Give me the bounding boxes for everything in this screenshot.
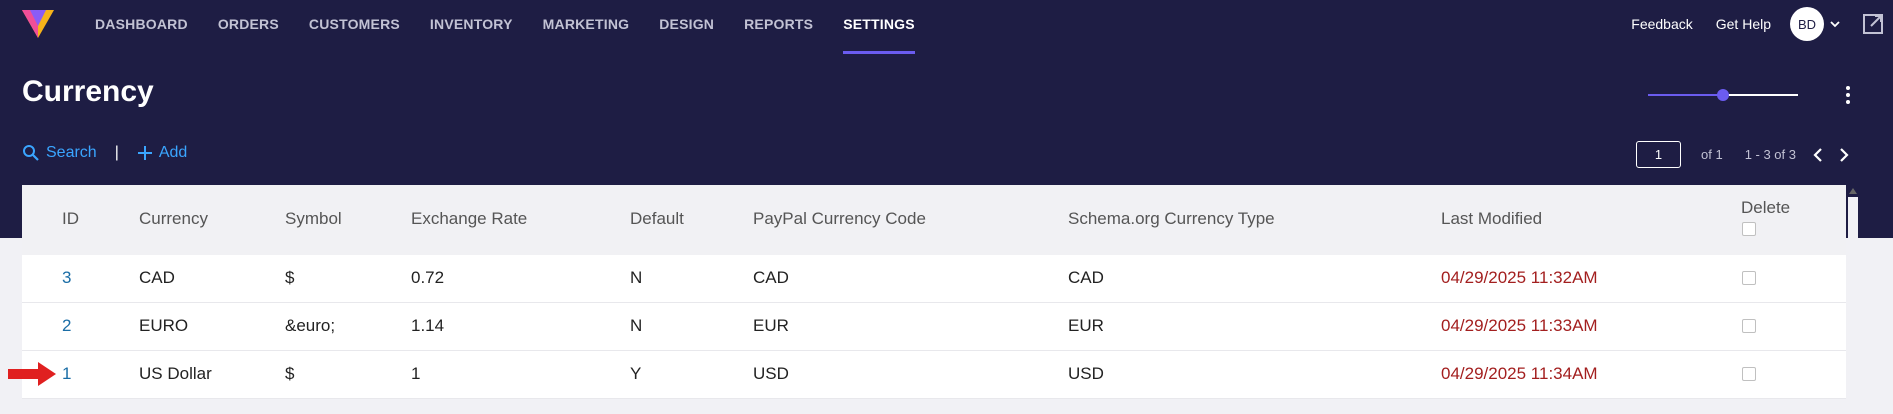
add-label: Add <box>158 144 188 161</box>
nav-inventory[interactable]: INVENTORY <box>415 0 528 54</box>
header-delete: Delete <box>1741 198 1791 217</box>
nav-reports[interactable]: REPORTS <box>729 0 828 54</box>
select-all-checkbox[interactable] <box>1742 222 1756 236</box>
cell-schema-type: CAD <box>1068 268 1104 287</box>
search-button[interactable]: Search <box>22 144 97 162</box>
chevron-left-icon[interactable] <box>1810 146 1828 164</box>
table-scrollbar[interactable] <box>1848 197 1858 397</box>
cell-default: N <box>630 316 643 335</box>
header-paypal-code[interactable]: PayPal Currency Code <box>753 209 926 229</box>
add-button[interactable]: Add <box>137 144 187 162</box>
nav-design[interactable]: DESIGN <box>644 0 729 54</box>
cell-currency: US Dollar <box>139 364 212 383</box>
cell-symbol: $ <box>285 268 295 287</box>
scroll-up-arrow-icon[interactable] <box>1848 187 1858 195</box>
record-range: 1 - 3 of 3 <box>1744 147 1796 162</box>
nav-dashboard[interactable]: DASHBOARD <box>80 0 203 54</box>
delete-checkbox[interactable] <box>1742 319 1756 333</box>
page-title: Currency <box>22 75 154 108</box>
cell-default: Y <box>630 364 642 383</box>
search-label: Search <box>46 144 97 161</box>
slider-track-empty <box>1723 94 1798 96</box>
cell-last-modified: 04/29/2025 11:32AM <box>1441 268 1598 287</box>
page-number-input[interactable] <box>1636 141 1681 168</box>
page-count: of 1 <box>1701 147 1723 162</box>
feedback-link[interactable]: Feedback <box>1631 16 1692 32</box>
row-id-link[interactable]: 2 <box>62 316 71 336</box>
table-header: ID Currency Symbol Exchange Rate Default… <box>22 185 1846 255</box>
header-id[interactable]: ID <box>62 209 79 229</box>
delete-checkbox[interactable] <box>1742 367 1756 381</box>
delete-checkbox[interactable] <box>1742 271 1756 285</box>
nav-settings[interactable]: SETTINGS <box>828 0 930 54</box>
row-id-link[interactable]: 3 <box>62 268 71 288</box>
cell-paypal-code: CAD <box>753 268 789 287</box>
header-symbol[interactable]: Symbol <box>285 209 342 229</box>
cell-currency: EURO <box>139 316 189 335</box>
table-row: 2 EURO &euro; 1.14 N EUR EUR 04/29/2025 … <box>22 303 1846 351</box>
cell-exchange-rate: 1 <box>411 364 421 383</box>
pagination: of 1 1 - 3 of 3 <box>1636 141 1852 168</box>
more-vert-icon[interactable] <box>1838 84 1858 106</box>
table-row: 1 US Dollar $ 1 Y USD USD 04/29/2025 11:… <box>22 351 1846 399</box>
cell-last-modified: 04/29/2025 11:34AM <box>1441 364 1598 383</box>
header-last-modified[interactable]: Last Modified <box>1441 209 1542 229</box>
cell-last-modified: 04/29/2025 11:33AM <box>1441 316 1598 335</box>
nav-customers[interactable]: CUSTOMERS <box>294 0 415 54</box>
header-default[interactable]: Default <box>630 209 684 229</box>
header-schema-type[interactable]: Schema.org Currency Type <box>1068 209 1275 229</box>
table-toolbar: Search | Add <box>22 144 187 162</box>
chevron-right-icon[interactable] <box>1834 146 1852 164</box>
currency-table: ID Currency Symbol Exchange Rate Default… <box>22 185 1846 399</box>
cell-paypal-code: EUR <box>753 316 789 335</box>
header-currency[interactable]: Currency <box>139 209 208 229</box>
top-right-actions: Feedback Get Help BD <box>1631 0 1893 48</box>
row-id-link[interactable]: 1 <box>62 364 71 384</box>
brand-logo[interactable] <box>20 6 56 42</box>
density-slider[interactable] <box>1648 84 1798 106</box>
plus-icon <box>137 146 152 160</box>
slider-knob[interactable] <box>1717 89 1729 101</box>
cell-default: N <box>630 268 643 287</box>
main-nav: DASHBOARD ORDERS CUSTOMERS INVENTORY MAR… <box>80 0 930 54</box>
avatar[interactable]: BD <box>1790 7 1824 41</box>
annotation-arrow-icon <box>8 362 56 386</box>
cell-symbol: $ <box>285 364 295 383</box>
cell-schema-type: USD <box>1068 364 1104 383</box>
external-link-icon[interactable] <box>1861 12 1885 36</box>
cell-exchange-rate: 1.14 <box>411 316 445 335</box>
slider-track-filled <box>1648 94 1723 96</box>
nav-orders[interactable]: ORDERS <box>203 0 294 54</box>
cell-exchange-rate: 0.72 <box>411 268 445 287</box>
cell-paypal-code: USD <box>753 364 789 383</box>
chevron-down-icon[interactable] <box>1827 16 1843 32</box>
nav-marketing[interactable]: MARKETING <box>528 0 645 54</box>
toolbar-separator: | <box>114 144 119 161</box>
header-exchange-rate[interactable]: Exchange Rate <box>411 209 527 229</box>
cell-currency: CAD <box>139 268 175 287</box>
table-row: 3 CAD $ 0.72 N CAD CAD 04/29/2025 11:32A… <box>22 255 1846 303</box>
search-icon <box>23 145 39 161</box>
cell-schema-type: EUR <box>1068 316 1104 335</box>
cell-symbol: &euro; <box>285 316 336 335</box>
get-help-link[interactable]: Get Help <box>1716 16 1771 32</box>
